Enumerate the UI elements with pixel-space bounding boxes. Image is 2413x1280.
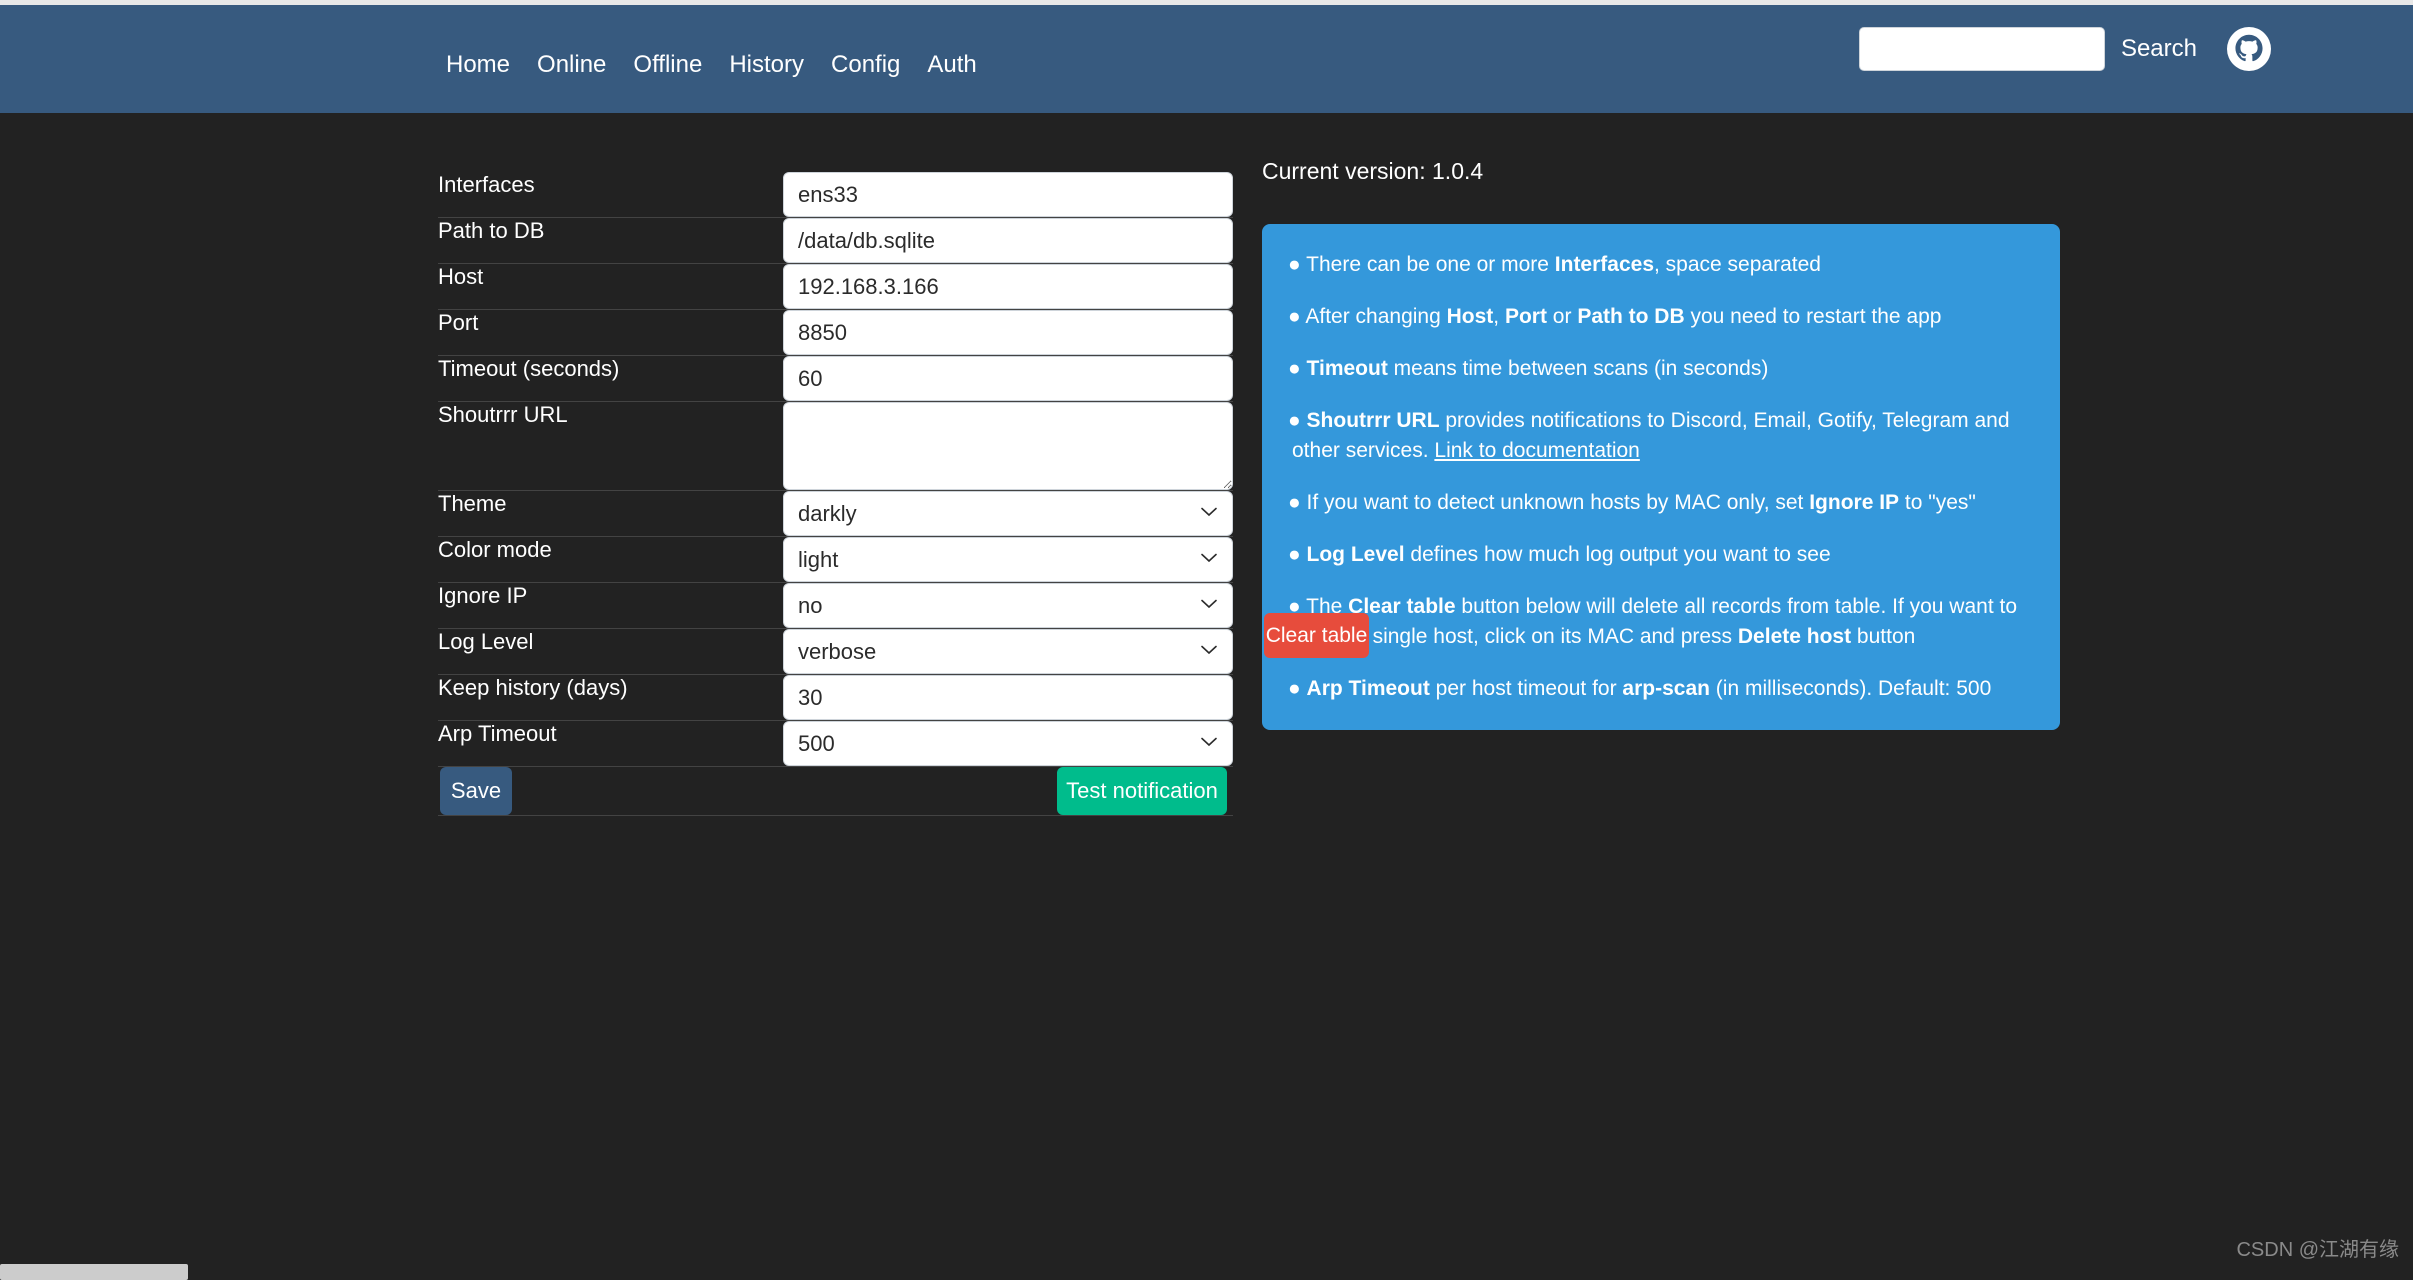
nav-link-auth[interactable]: Auth [927, 51, 976, 79]
field-cell [768, 402, 1233, 491]
field-cell [768, 172, 1233, 218]
label-ignore-ip: Ignore IP [438, 583, 528, 608]
select-ignore-ip[interactable]: no [783, 583, 1233, 628]
info-bullet: ● The Clear table button below will dele… [1288, 595, 2018, 648]
select-wrap-ignore-ip: no [783, 583, 1233, 628]
info-bullet: ● There can be one or more Interfaces, s… [1288, 253, 1821, 276]
field-cell: 500 [768, 721, 1233, 767]
settings-row: Theme darkly [438, 491, 1233, 537]
nav-link-offline[interactable]: Offline [633, 51, 702, 79]
info-bullet: ● After changing Host, Port or Path to D… [1288, 305, 1942, 328]
settings-row: Log Level verbose [438, 629, 1233, 675]
save-button[interactable]: Save [440, 767, 512, 815]
settings-row: Color mode light [438, 537, 1233, 583]
settings-row: Shoutrrr URL [438, 402, 1233, 491]
nav-link-home[interactable]: Home [446, 51, 510, 79]
settings-row: Host [438, 264, 1233, 310]
nav-links: Home Online Offline History Config Auth [446, 51, 977, 79]
label-path-to-db: Path to DB [438, 218, 545, 243]
form-actions-row: Save Test notification [438, 767, 1233, 816]
label-port: Port [438, 310, 479, 335]
field-cell [768, 356, 1233, 402]
info-bullet: ● Shoutrrr URL provides notifications to… [1288, 409, 2010, 462]
field-cell [768, 218, 1233, 264]
nav-link-config[interactable]: Config [831, 51, 900, 79]
test-notification-button[interactable]: Test notification [1057, 767, 1227, 815]
input-port[interactable] [783, 310, 1233, 355]
field-cell: light [768, 537, 1233, 583]
select-wrap-arp-timeout: 500 [783, 721, 1233, 766]
settings-row: Interfaces [438, 172, 1233, 218]
label-keep-history-days: Keep history (days) [438, 675, 628, 700]
settings-row: Timeout (seconds) [438, 356, 1233, 402]
documentation-link[interactable]: Link to documentation [1434, 439, 1639, 462]
app-page: Home Online Offline History Config Auth Searc… [0, 0, 2413, 1280]
input-interfaces[interactable] [783, 172, 1233, 217]
info-bullet: ● Arp Timeout per host timeout for arp-s… [1288, 677, 1992, 700]
clear-table-button[interactable]: Clear table [1264, 613, 1369, 658]
select-wrap-log-level: verbose [783, 629, 1233, 674]
nav-link-history[interactable]: History [729, 51, 804, 79]
form-actions: Save Test notification [438, 767, 1227, 815]
horizontal-scrollbar-thumb[interactable] [0, 1264, 188, 1280]
label-color-mode: Color mode [438, 537, 552, 562]
navbar: Home Online Offline History Config Auth Searc… [0, 5, 2413, 113]
settings-row: Ignore IP no [438, 583, 1233, 629]
field-cell: darkly [768, 491, 1233, 537]
label-theme: Theme [438, 491, 507, 516]
select-theme[interactable]: darkly [783, 491, 1233, 536]
field-cell [768, 264, 1233, 310]
search-button[interactable]: Search [2121, 35, 2197, 63]
input-timeout-seconds[interactable] [783, 356, 1233, 401]
label-log-level: Log Level [438, 629, 534, 654]
horizontal-scrollbar-track[interactable] [0, 1264, 2413, 1280]
github-icon[interactable] [2227, 27, 2271, 71]
settings-row: Path to DB [438, 218, 1233, 264]
select-log-level[interactable]: verbose [783, 629, 1233, 674]
label-interfaces: Interfaces [438, 172, 535, 197]
label-arp-timeout: Arp Timeout [438, 721, 557, 746]
field-cell [768, 675, 1233, 721]
settings-row: Port [438, 310, 1233, 356]
watermark: CSDN @江湖有缘 [2236, 1239, 2399, 1261]
settings-form: Interfaces Path to DB Host Port Timeout (sec… [438, 172, 1233, 816]
input-path-to-db[interactable] [783, 218, 1233, 263]
form-actions-cell: Save Test notification [438, 767, 1233, 816]
settings-row: Arp Timeout 500 [438, 721, 1233, 767]
select-arp-timeout[interactable]: 500 [783, 721, 1233, 766]
label-timeout-seconds: Timeout (seconds) [438, 356, 620, 381]
input-host[interactable] [783, 264, 1233, 309]
field-cell: verbose [768, 629, 1233, 675]
navbar-right-group: Search [1858, 27, 2271, 71]
select-wrap-theme: darkly [783, 491, 1233, 536]
nav-link-online[interactable]: Online [537, 51, 606, 79]
select-color-mode[interactable]: light [783, 537, 1233, 582]
info-bullet: ● If you want to detect unknown hosts by… [1288, 491, 1976, 514]
info-bullet: ● Timeout means time between scans (in s… [1288, 357, 1769, 380]
select-wrap-color-mode: light [783, 537, 1233, 582]
input-keep-history-days[interactable] [783, 675, 1233, 720]
label-shoutrrr-url: Shoutrrr URL [438, 402, 568, 427]
info-bullet: ● Log Level defines how much log output … [1288, 543, 1831, 566]
settings-row: Keep history (days) [438, 675, 1233, 721]
field-cell: no [768, 583, 1233, 629]
main-content: Interfaces Path to DB Host Port Timeout (sec… [0, 113, 2413, 1280]
current-version-text: Current version: 1.0.4 [1262, 158, 1484, 184]
label-host: Host [438, 264, 484, 289]
input-shoutrrr-url[interactable] [783, 402, 1233, 490]
field-cell [768, 310, 1233, 356]
info-panel: ● There can be one or more Interfaces, s… [1262, 224, 2060, 730]
search-input[interactable] [1858, 27, 2105, 71]
